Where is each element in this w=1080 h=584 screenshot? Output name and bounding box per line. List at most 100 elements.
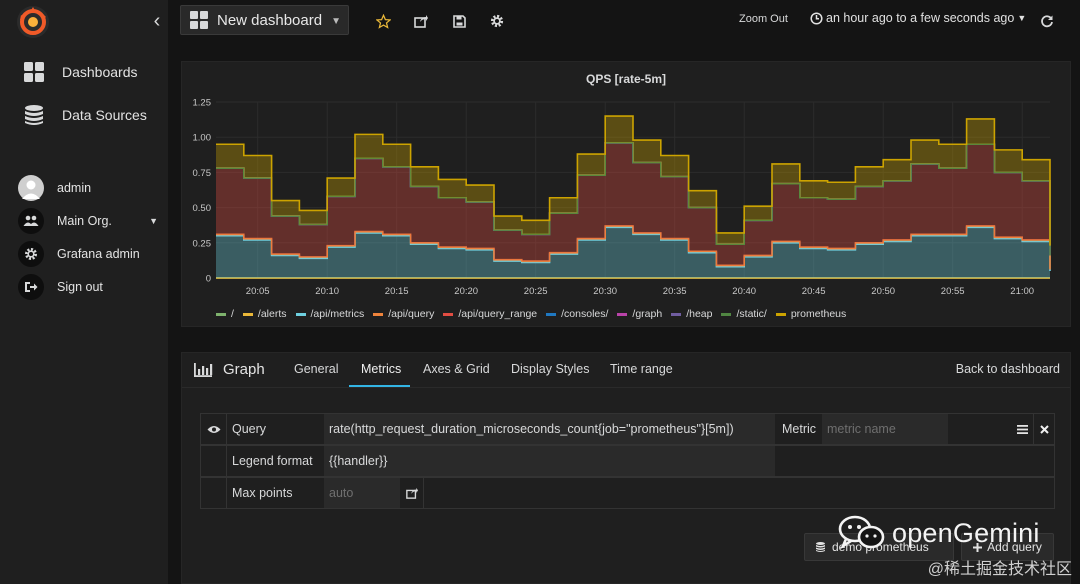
x-tick-label: 20:20 [454, 286, 478, 297]
sidebar-item-label: Grafana admin [57, 247, 140, 261]
share-icon [414, 15, 428, 28]
query-input[interactable]: rate(http_request_duration_microseconds_… [324, 414, 775, 444]
y-tick-label: 0.50 [193, 203, 212, 214]
sidebar-item-grafana-admin[interactable]: Grafana admin [0, 240, 168, 268]
watermark-brand: openGemini [838, 515, 1040, 551]
close-icon [1039, 424, 1049, 434]
legend-item[interactable]: /api/query [373, 308, 434, 320]
legend-format-input[interactable]: {{handler}} [324, 446, 775, 476]
remove-query-button[interactable] [1034, 414, 1054, 444]
legend-label: /api/metrics [310, 308, 365, 320]
save-button[interactable] [448, 10, 470, 32]
query-row: Query rate(http_request_duration_microse… [200, 413, 1055, 445]
x-tick-label: 20:30 [593, 286, 617, 297]
active-tab-indicator [349, 385, 410, 387]
dashboards-grid-icon [190, 11, 208, 29]
x-tick-label: 20:55 [941, 286, 965, 297]
legend-swatch [671, 312, 682, 316]
tab-time-range[interactable]: Time range [610, 362, 673, 376]
y-tick-label: 0.25 [193, 238, 212, 249]
legend-item[interactable]: /heap [671, 308, 712, 320]
share-button[interactable] [410, 10, 432, 32]
sidebar-item-label: Dashboards [62, 64, 138, 80]
legend-item[interactable]: / [216, 308, 234, 320]
editor-title-label: Graph [223, 361, 265, 378]
x-tick-label: 20:10 [315, 286, 339, 297]
y-tick-label: 0.75 [193, 168, 212, 179]
metric-label: Metric [782, 422, 817, 436]
legend-format-label: Legend format [232, 454, 313, 468]
y-tick-label: 1.00 [193, 133, 212, 144]
sidebar-item-label: Main Org. [57, 214, 112, 228]
legend-swatch [295, 312, 306, 316]
sidebar-item-sign-out[interactable]: Sign out [0, 273, 168, 301]
legend-item[interactable]: /consoles/ [546, 308, 608, 320]
x-tick-label: 20:15 [385, 286, 409, 297]
toggle-visibility-button[interactable] [201, 414, 226, 444]
tab-display-styles[interactable]: Display Styles [511, 362, 590, 376]
back-to-dashboard-link[interactable]: Back to dashboard [956, 362, 1060, 376]
tab-axes-grid[interactable]: Axes & Grid [423, 362, 490, 376]
max-points-input[interactable]: auto [324, 478, 400, 508]
legend-item[interactable]: /api/metrics [295, 308, 365, 320]
query-label: Query [232, 422, 267, 436]
open-link-button[interactable] [400, 478, 424, 508]
database-icon [816, 542, 825, 552]
max-points-placeholder: auto [329, 486, 354, 500]
x-tick-label: 20:50 [871, 286, 895, 297]
gear-icon [18, 241, 44, 267]
dashboard-picker-button[interactable]: New dashboard ▼ [180, 5, 349, 35]
legend-label: /heap [686, 308, 713, 320]
settings-button[interactable] [486, 10, 508, 32]
grafana-logo-icon[interactable] [16, 5, 50, 39]
legend-item[interactable]: /graph [617, 308, 662, 320]
x-tick-label: 20:25 [524, 286, 548, 297]
avatar [18, 175, 44, 201]
legend-label: /static/ [736, 308, 767, 320]
star-button[interactable] [372, 10, 394, 32]
sidebar-item-org[interactable]: Main Org. ▼ [0, 207, 168, 235]
star-icon [375, 13, 391, 29]
legend-label: /consoles/ [561, 308, 609, 320]
legend-swatch [775, 312, 786, 316]
zoom-out-button[interactable]: Zoom Out [739, 13, 788, 25]
caret-down-icon: ▼ [1017, 13, 1027, 23]
sidebar: ‹ Dashboards Data Sources admin Main Org… [0, 0, 168, 584]
legend-swatch [546, 312, 557, 316]
graph-panel[interactable]: QPS [rate-5m] 0 0.25 0.50 0.75 1.00 1.25 20:05… [181, 61, 1071, 327]
query-menu-button[interactable] [1013, 414, 1031, 444]
collapse-sidebar-button[interactable]: ‹ [148, 10, 166, 32]
watermark-brand-text: openGemini [892, 517, 1040, 548]
refresh-button[interactable] [1036, 10, 1058, 32]
editor-tabs-bar: Graph General Metrics Axes & Grid Displa… [182, 353, 1070, 388]
chart-legend: / /alerts/api/metrics/api/query/api/query… [216, 308, 855, 320]
legend-label: /api/query [388, 308, 435, 320]
save-icon [452, 14, 466, 28]
tab-general[interactable]: General [294, 362, 338, 376]
max-points-row: Max points auto [200, 477, 1055, 509]
metric-name-input[interactable]: metric name [822, 414, 948, 444]
x-tick-label: 20:35 [663, 286, 687, 297]
max-points-label: Max points [232, 486, 293, 500]
editor-title: Graph [194, 361, 265, 378]
y-tick-label: 0 [206, 274, 211, 285]
sidebar-item-profile[interactable]: admin [0, 174, 168, 202]
legend-item[interactable]: /static/ [721, 308, 767, 320]
legend-label: prometheus [790, 308, 847, 320]
eye-icon [207, 425, 220, 433]
caret-down-icon: ▼ [331, 16, 341, 27]
legend-item[interactable]: prometheus [775, 308, 847, 320]
x-tick-label: 20:40 [732, 286, 756, 297]
share-icon [405, 487, 418, 499]
sidebar-item-data-sources[interactable]: Data Sources [0, 96, 168, 134]
caret-down-icon: ▼ [149, 216, 158, 226]
x-tick-label: 20:05 [246, 286, 270, 297]
legend-item[interactable]: /alerts [242, 308, 287, 320]
bar-chart-icon [194, 362, 213, 377]
metric-name-placeholder: metric name [827, 422, 896, 436]
legend-item[interactable]: /api/query_range [443, 308, 537, 320]
tab-metrics[interactable]: Metrics [361, 362, 401, 376]
time-range-picker[interactable]: an hour ago to a few seconds ago ▼ [810, 11, 1026, 25]
legend-swatch [617, 312, 628, 316]
sidebar-item-dashboards[interactable]: Dashboards [0, 53, 168, 91]
